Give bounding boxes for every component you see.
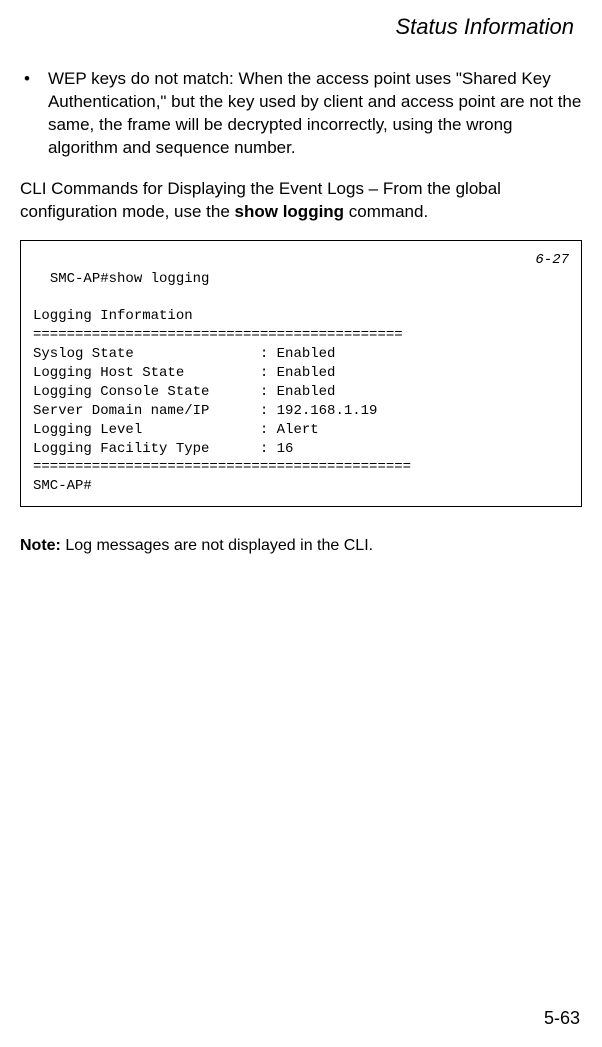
code-block: 6-27 SMC-AP#show logging Logging Informat… [20,240,582,508]
page-number: 5-63 [544,1008,580,1029]
bullet-text: WEP keys do not match: When the access p… [48,68,582,160]
note-line: Note: Log messages are not displayed in … [20,535,582,557]
paragraph-suffix: command. [344,202,428,221]
code-reference: 6-27 [535,251,569,270]
cli-paragraph: CLI Commands for Displaying the Event Lo… [20,178,582,224]
code-content: SMC-AP#show logging Logging Information … [33,271,411,495]
note-label: Note: [20,537,61,554]
bullet-item: • WEP keys do not match: When the access… [20,68,582,160]
bullet-marker: • [20,68,48,160]
page-header-title: Status Information [20,14,582,40]
note-text: Log messages are not displayed in the CL… [61,537,373,554]
paragraph-bold: show logging [235,202,345,221]
